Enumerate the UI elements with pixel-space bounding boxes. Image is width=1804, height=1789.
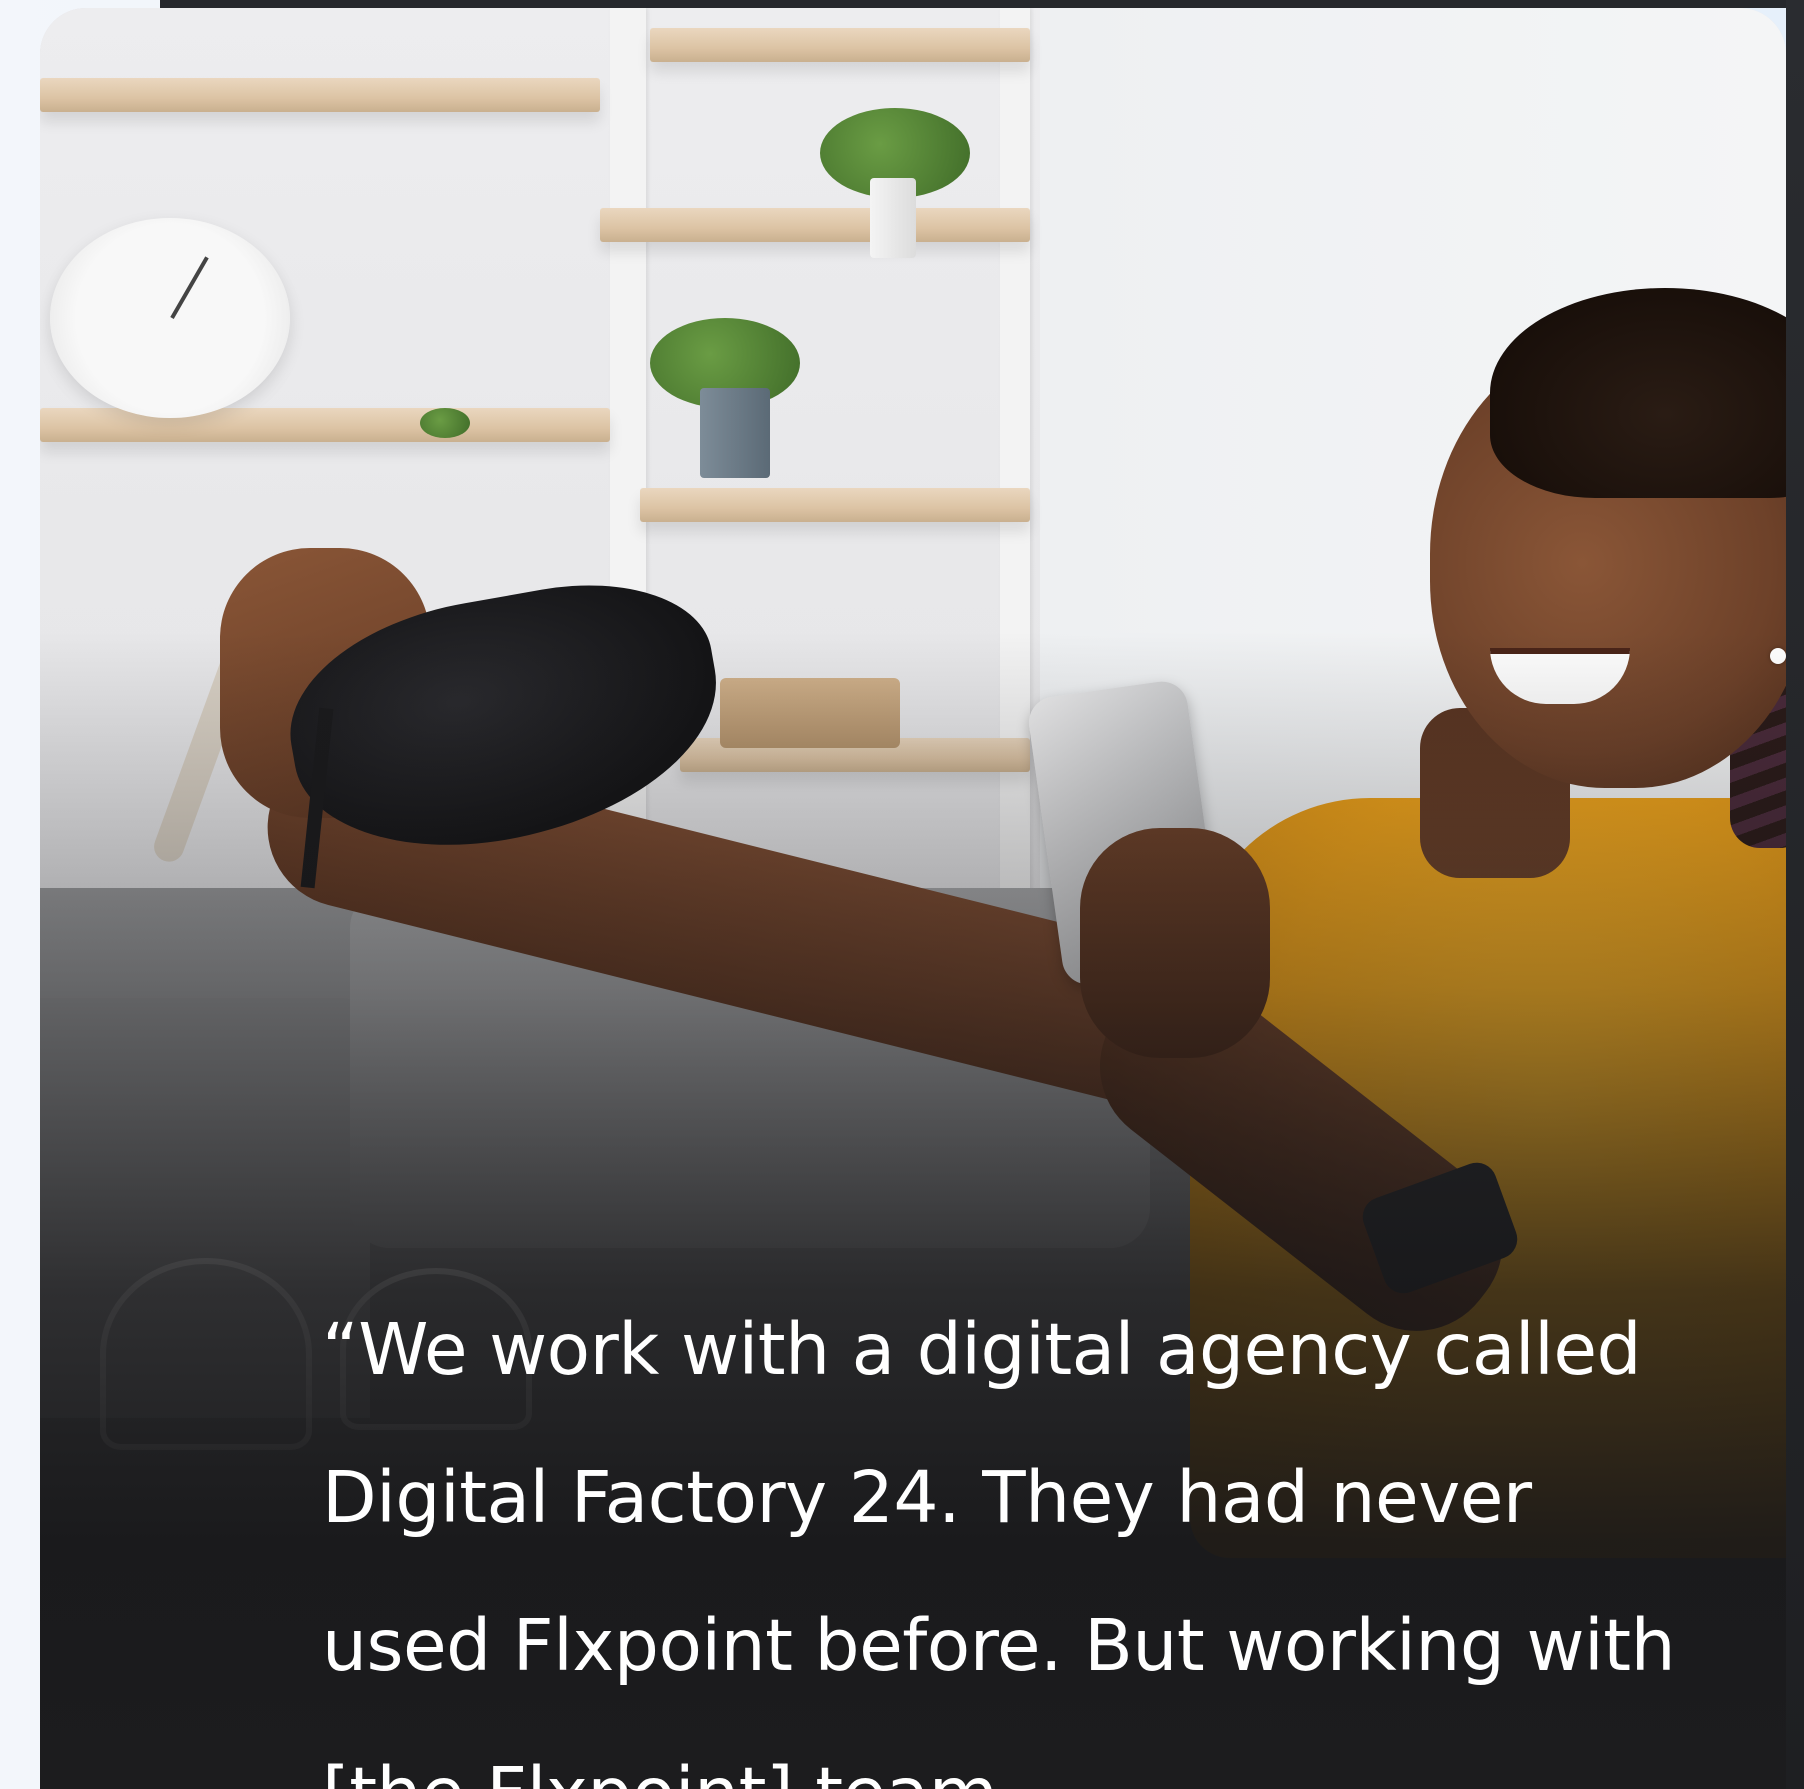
testimonial-quote: “We work with a digital agency called Di…: [322, 1308, 1676, 1789]
testimonial-card: “We work with a digital agency called Di…: [40, 8, 1786, 1789]
top-edge-bar: [160, 0, 1804, 8]
right-edge-panel: [1786, 0, 1804, 1789]
